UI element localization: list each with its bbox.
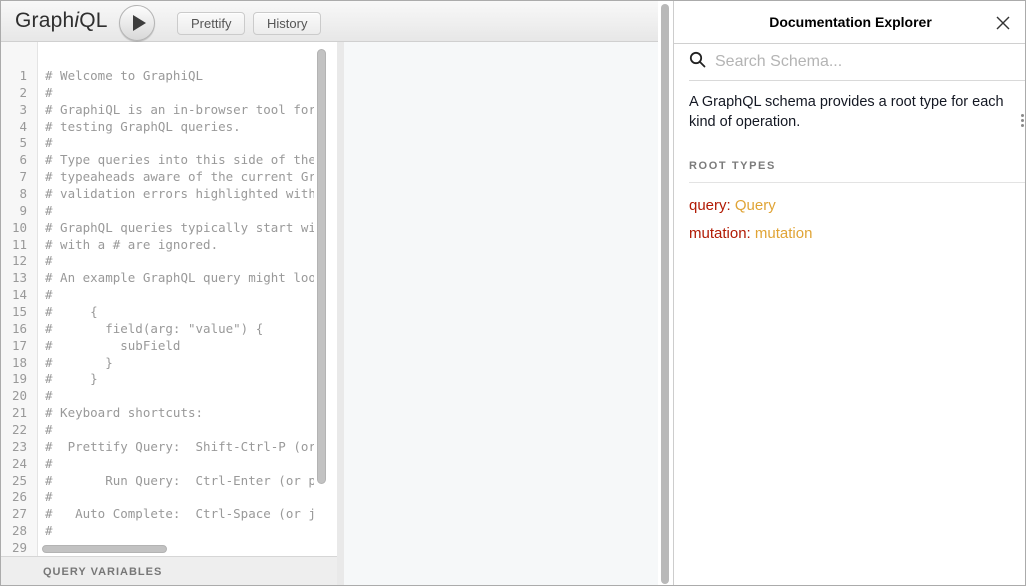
line-number: 4: [1, 119, 37, 136]
root-type-field-link[interactable]: query: [689, 197, 727, 214]
query-variables-bar: QUERY VARIABLES: [1, 556, 337, 586]
execute-query-button[interactable]: [119, 5, 155, 41]
code-line: # Auto Complete: Ctrl-Space (or just sta…: [45, 506, 314, 523]
root-type-colon: :: [727, 197, 735, 214]
code-line: #: [45, 85, 314, 102]
logo-text-graph: Graph: [15, 9, 74, 32]
code-line: #: [45, 287, 314, 304]
line-number: 26: [1, 489, 37, 506]
code-line: # field(arg: "value") {: [45, 321, 314, 338]
code-line: # Prettify Query: Shift-Ctrl-P (or press…: [45, 439, 314, 456]
logo-text-ql: QL: [79, 9, 107, 32]
schema-intro-text: A GraphQL schema provides a root type fo…: [689, 93, 1012, 132]
query-editor[interactable]: # Welcome to GraphiQL## GraphiQL is an i…: [45, 42, 314, 556]
root-type-field-link[interactable]: mutation: [689, 225, 747, 242]
root-type-item: mutation: mutation: [689, 224, 1012, 243]
root-type-colon: :: [747, 225, 755, 242]
line-number: 16: [1, 321, 37, 338]
documentation-explorer-panel: Documentation Explorer A GraphQ: [673, 1, 1026, 586]
history-button[interactable]: History: [253, 12, 321, 35]
code-line: # GraphQL queries typically start with a…: [45, 220, 314, 237]
close-icon: [995, 15, 1013, 31]
code-line: #: [45, 523, 314, 540]
code-line: #: [45, 456, 314, 473]
code-line: #: [45, 135, 314, 152]
line-number: 25: [1, 473, 37, 490]
code-line: # Welcome to GraphiQL: [45, 68, 314, 85]
code-line: #: [45, 489, 314, 506]
line-number: 28: [1, 523, 37, 540]
line-number: 10: [1, 220, 37, 237]
editor-gutter: 1234567891011121314151617181920212223242…: [1, 42, 38, 556]
line-number: 17: [1, 338, 37, 355]
search-icon: [689, 51, 706, 73]
code-line: # {: [45, 304, 314, 321]
graphiql-window: GraphiQL Prettify History 12345678910111…: [0, 0, 1026, 586]
root-type-type-link[interactable]: Query: [735, 197, 776, 214]
line-number: 14: [1, 287, 37, 304]
search-schema-input[interactable]: [715, 53, 995, 71]
query-editor-pane: 1234567891011121314151617181920212223242…: [1, 42, 337, 556]
code-line: # }: [45, 355, 314, 372]
code-line: # validation errors highlighted within t…: [45, 186, 314, 203]
result-pane: [344, 42, 658, 586]
line-number: 18: [1, 355, 37, 372]
window-scrollbar-thumb[interactable]: [661, 4, 669, 584]
code-line: # An example GraphQL query might look li…: [45, 270, 314, 287]
graphiql-logo: GraphiQL: [15, 1, 108, 41]
line-number: 8: [1, 186, 37, 203]
line-number: 2: [1, 85, 37, 102]
line-number: 5: [1, 135, 37, 152]
root-type-item: query: Query: [689, 196, 1012, 215]
line-number: 22: [1, 422, 37, 439]
editor-horizontal-scrollbar[interactable]: [42, 545, 167, 553]
code-line: # Run Query: Ctrl-Enter (or press the pl…: [45, 473, 314, 490]
line-number: 15: [1, 304, 37, 321]
code-line: #: [45, 253, 314, 270]
line-number: 29: [1, 540, 37, 556]
line-number: 24: [1, 456, 37, 473]
code-line: # testing GraphQL queries.: [45, 119, 314, 136]
doc-search-row: [689, 44, 1026, 81]
line-number: 3: [1, 102, 37, 119]
code-line: #: [45, 422, 314, 439]
code-line: # subField: [45, 338, 314, 355]
line-number: 19: [1, 371, 37, 388]
prettify-button[interactable]: Prettify: [177, 12, 245, 35]
line-number: 20: [1, 388, 37, 405]
code-line: # }: [45, 371, 314, 388]
root-types-list: query: Query mutation: mutation: [689, 196, 1012, 243]
doc-explorer-titlebar: Documentation Explorer: [674, 1, 1026, 44]
root-type-type-link[interactable]: mutation: [755, 225, 813, 242]
line-number: 23: [1, 439, 37, 456]
code-line: #: [45, 203, 314, 220]
pane-resize-divider[interactable]: [337, 42, 344, 586]
doc-explorer-body: A GraphQL schema provides a root type fo…: [674, 93, 1026, 243]
line-number: 12: [1, 253, 37, 270]
play-icon: [133, 15, 146, 31]
doc-explorer-title: Documentation Explorer: [769, 14, 932, 30]
code-line: # Keyboard shortcuts:: [45, 405, 314, 422]
doc-explorer-close-button[interactable]: [995, 14, 1013, 32]
editor-vertical-scrollbar[interactable]: [317, 49, 326, 484]
line-number: 7: [1, 169, 37, 186]
code-line: # Type queries into this side of the scr…: [45, 152, 314, 169]
root-types-heading: ROOT TYPES: [689, 160, 1012, 172]
toolbar: GraphiQL Prettify History: [1, 1, 658, 42]
line-number: 1: [1, 68, 37, 85]
window-scrollbar-track: [658, 1, 673, 586]
root-types-divider: [689, 182, 1026, 183]
line-number: 11: [1, 237, 37, 254]
line-number: 6: [1, 152, 37, 169]
line-number: 9: [1, 203, 37, 220]
doc-scrollbar-thumb[interactable]: [1021, 114, 1025, 129]
code-line: # typeaheads aware of the current GraphQ…: [45, 169, 314, 186]
line-number: 13: [1, 270, 37, 287]
code-line: # GraphiQL is an in-browser tool for wri…: [45, 102, 314, 119]
query-variables-title[interactable]: QUERY VARIABLES: [43, 557, 162, 586]
code-line: #: [45, 388, 314, 405]
code-line: # with a # are ignored.: [45, 237, 314, 254]
line-number: 21: [1, 405, 37, 422]
line-number: 27: [1, 506, 37, 523]
